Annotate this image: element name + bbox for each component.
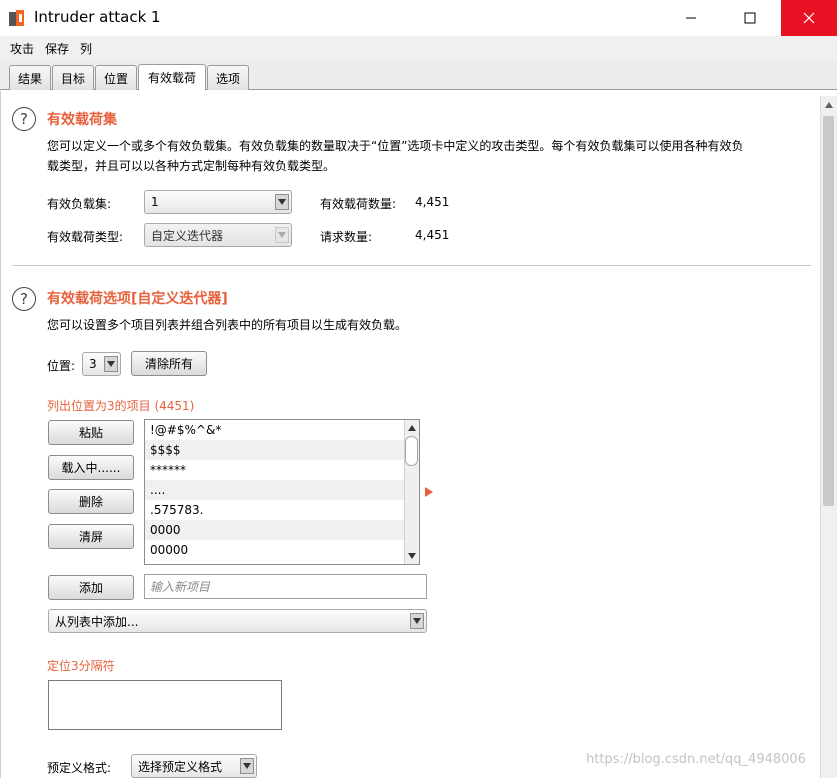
clear-all-button[interactable]: 清除所有 <box>131 351 207 376</box>
list-scrollbar[interactable] <box>404 420 419 564</box>
menu-save[interactable]: 保存 <box>45 40 69 57</box>
payload-type-select[interactable]: 自定义迭代器 <box>144 223 292 247</box>
tab-bar: 结果 目标 位置 有效载荷 选项 <box>0 60 837 90</box>
payload-items-list[interactable]: !@#$%^&* $$$$ ****** .... .575783. 0000 … <box>144 419 420 565</box>
maximize-icon <box>744 12 756 24</box>
list-item[interactable]: !@#$%^&* <box>145 420 419 440</box>
payload-set-value: 1 <box>151 195 159 209</box>
list-heading: 列出位置为3的项目 (4451) <box>47 399 195 413</box>
scroll-up-icon[interactable] <box>405 422 419 434</box>
minimize-button[interactable] <box>668 0 714 36</box>
request-count-label: 请求数量: <box>320 230 373 244</box>
payload-sets-description: 您可以定义一个或多个有效负载集。有效负载集的数量取决于“位置”选项卡中定义的攻击… <box>47 136 807 176</box>
payload-count-value: 4,451 <box>415 195 450 209</box>
scroll-up-icon[interactable] <box>821 98 837 112</box>
position-label: 位置: <box>47 359 76 373</box>
list-item[interactable]: 00000 <box>145 540 419 560</box>
add-button[interactable]: 添加 <box>48 575 134 600</box>
payload-sets-description-line2: 载类型，并且可以以各种方式定制每种有效负载类型。 <box>47 159 336 173</box>
add-from-list-value: 从列表中添加... <box>55 614 139 629</box>
tab-target[interactable]: 目标 <box>52 65 94 90</box>
tab-options[interactable]: 选项 <box>207 65 249 90</box>
title-bar: Intruder attack 1 <box>0 0 837 36</box>
expand-arrow-icon[interactable] <box>424 486 434 498</box>
new-item-input[interactable]: 输入新项目 <box>144 574 427 599</box>
clear-button[interactable]: 清屏 <box>48 524 134 549</box>
menu-attack[interactable]: 攻击 <box>10 40 34 57</box>
predefined-format-select[interactable]: 选择预定义格式 <box>131 754 257 778</box>
separator-textarea[interactable] <box>48 680 282 730</box>
help-icon[interactable]: ? <box>12 287 36 311</box>
payload-type-value: 自定义迭代器 <box>151 228 224 243</box>
payload-options-description: 您可以设置多个项目列表并组合列表中的所有项目以生成有效负载。 <box>47 318 408 332</box>
remove-button[interactable]: 删除 <box>48 489 134 514</box>
chevron-down-icon <box>275 227 289 243</box>
chevron-down-icon <box>410 613 424 629</box>
chevron-down-icon <box>275 194 289 210</box>
chevron-down-icon <box>240 758 254 774</box>
watermark: https://blog.csdn.net/qq_4948006 <box>586 752 806 767</box>
help-icon[interactable]: ? <box>12 107 36 131</box>
position-select[interactable]: 3 <box>82 352 121 376</box>
list-item[interactable]: ****** <box>145 460 419 480</box>
chevron-down-icon <box>104 356 118 372</box>
payload-sets-title: 有效载荷集 <box>47 112 117 128</box>
payload-set-label: 有效负载集: <box>47 197 112 211</box>
predefined-format-label: 预定义格式: <box>47 761 112 775</box>
menu-columns[interactable]: 列 <box>80 40 92 57</box>
position-value: 3 <box>89 357 97 371</box>
maximize-button[interactable] <box>727 0 773 36</box>
list-item[interactable]: .... <box>145 480 419 500</box>
list-item[interactable]: .575783. <box>145 500 419 520</box>
burp-app-icon <box>9 10 24 26</box>
payload-options-title: 有效载荷选项[自定义迭代器] <box>47 291 228 307</box>
list-item[interactable]: $$$$ <box>145 440 419 460</box>
tab-results[interactable]: 结果 <box>9 65 51 90</box>
predefined-format-value: 选择预定义格式 <box>138 759 223 774</box>
list-scroll-thumb[interactable] <box>405 436 418 466</box>
payload-type-label: 有效载荷类型: <box>47 230 124 244</box>
scroll-down-icon[interactable] <box>405 550 419 562</box>
payload-count-label: 有效载荷数量: <box>320 197 397 211</box>
tab-payloads[interactable]: 有效载荷 <box>138 64 206 90</box>
close-button[interactable] <box>781 0 837 36</box>
request-count-value: 4,451 <box>415 228 450 242</box>
add-from-list-select[interactable]: 从列表中添加... <box>48 609 427 633</box>
paste-button[interactable]: 粘贴 <box>48 420 134 445</box>
section-divider <box>12 265 811 266</box>
minimize-icon <box>686 17 696 19</box>
load-button[interactable]: 载入中...... <box>48 455 134 480</box>
payload-set-select[interactable]: 1 <box>144 190 292 214</box>
tab-positions[interactable]: 位置 <box>95 65 137 90</box>
window-title: Intruder attack 1 <box>34 8 161 26</box>
separator-heading: 定位3分隔符 <box>47 659 115 673</box>
menu-bar: 攻击 保存 列 <box>0 36 837 60</box>
list-item[interactable]: 0000 <box>145 520 419 540</box>
close-icon <box>803 12 815 24</box>
payload-sets-description-line1: 您可以定义一个或多个有效负载集。有效负载集的数量取决于“位置”选项卡中定义的攻击… <box>47 139 744 153</box>
main-scroll-thumb[interactable] <box>823 116 834 506</box>
